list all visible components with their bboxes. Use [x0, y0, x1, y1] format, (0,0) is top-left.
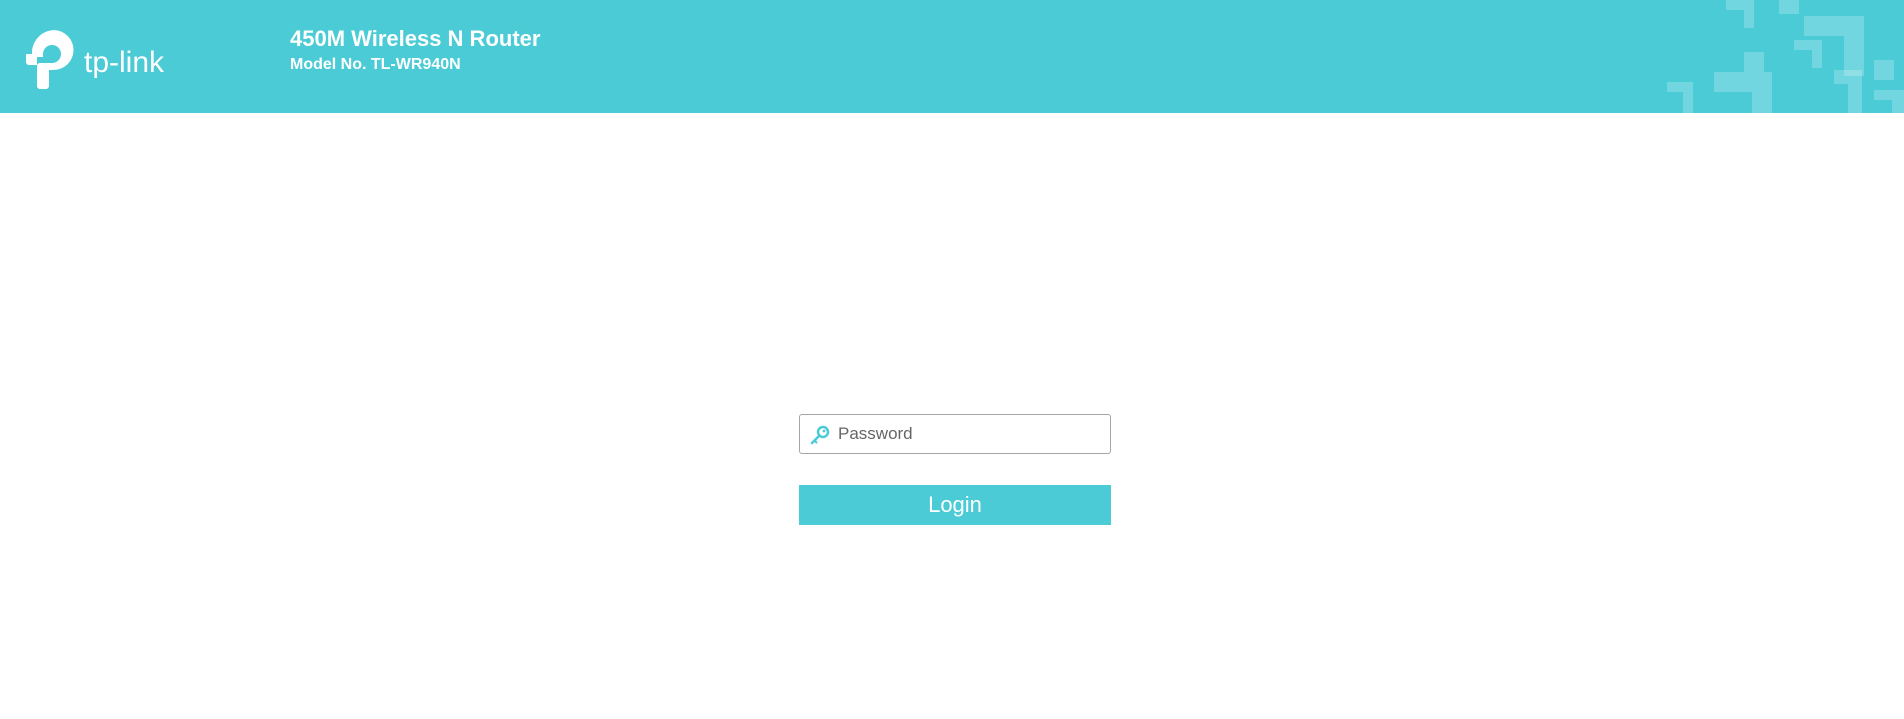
header-titles: 450M Wireless N Router Model No. TL-WR94…	[290, 26, 540, 76]
login-button[interactable]: Login	[799, 485, 1111, 525]
product-title: 450M Wireless N Router	[290, 26, 541, 51]
tp-link-logo: tp-link	[24, 26, 194, 90]
login-form: Login	[799, 414, 1111, 525]
header-banner: tp-link 450M Wireless N Router Model No.…	[0, 0, 1904, 113]
key-icon	[810, 425, 830, 445]
brand-wordmark: tp-link	[84, 46, 165, 79]
decorative-pattern	[1667, 0, 1904, 113]
model-number: Model No. TL-WR940N	[290, 56, 461, 73]
password-input[interactable]	[838, 415, 1104, 453]
password-field[interactable]	[799, 414, 1111, 454]
